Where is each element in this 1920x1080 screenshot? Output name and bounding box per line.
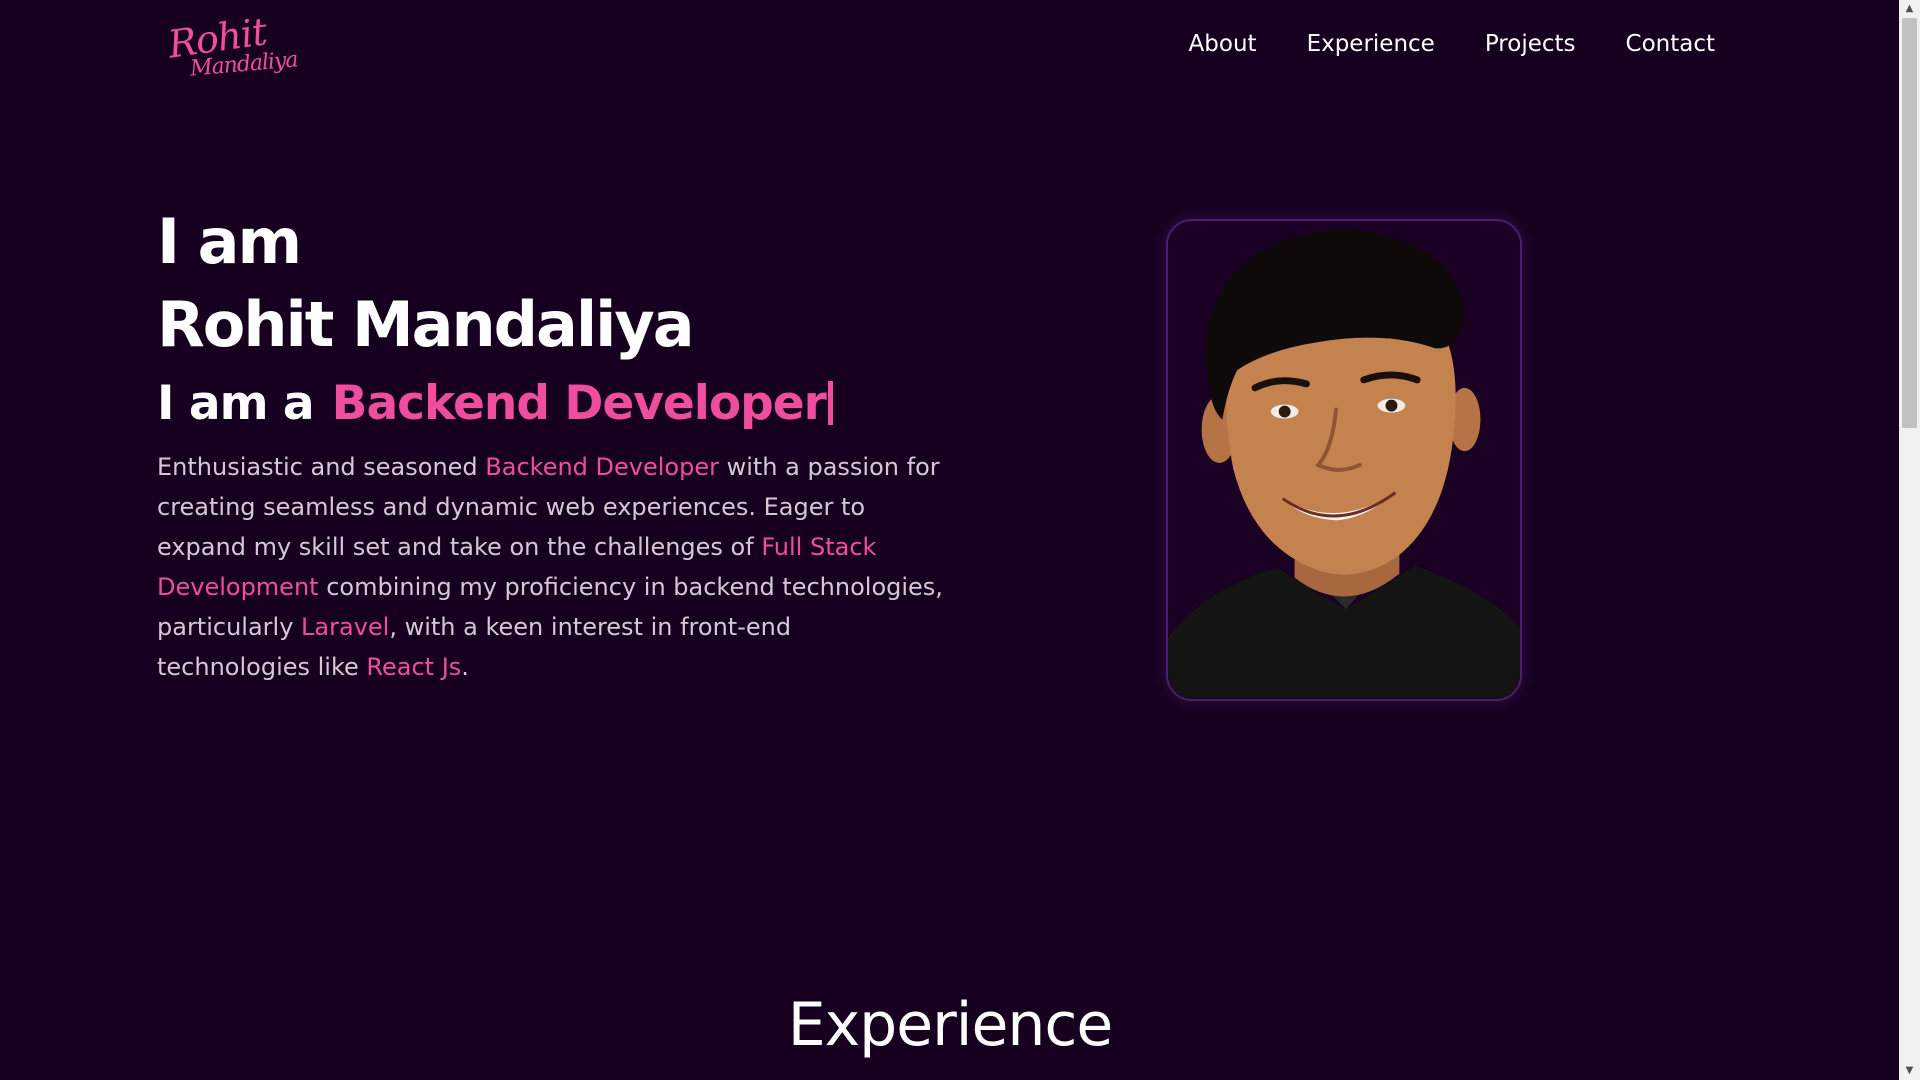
hero-role-prefix: I am a xyxy=(157,376,315,431)
bio-highlight: React Js xyxy=(366,653,462,681)
bio-text: Enthusiastic and seasoned xyxy=(157,453,486,481)
hero-name: Rohit Mandaliya xyxy=(157,288,695,361)
chevron-down-icon[interactable]: ▼ xyxy=(1899,1062,1920,1080)
bio-highlight: Backend Developer xyxy=(485,453,719,481)
bio-text: . xyxy=(461,653,469,681)
nav-link-about[interactable]: About xyxy=(1189,31,1257,57)
nav-link-contact[interactable]: Contact xyxy=(1626,31,1715,57)
hero-bio: Enthusiastic and seasoned Backend Develo… xyxy=(157,447,947,687)
main-nav: About Experience Projects Contact xyxy=(1189,31,1715,57)
typing-cursor xyxy=(827,381,833,425)
hero-role-title: Backend Developer xyxy=(331,376,827,431)
nav-link-experience[interactable]: Experience xyxy=(1307,31,1435,57)
profile-photo xyxy=(1166,219,1522,701)
site-logo[interactable]: Rohit Mandaliya xyxy=(165,8,306,86)
chevron-up-icon[interactable]: ▲ xyxy=(1899,0,1920,18)
bio-highlight: Laravel xyxy=(301,613,390,641)
page-scrollbar[interactable]: ▲ ▼ xyxy=(1899,0,1920,1080)
page: Rohit Mandaliya About Experience Project… xyxy=(0,0,1920,1080)
profile-photo-illustration xyxy=(1168,221,1520,699)
nav-link-projects[interactable]: Projects xyxy=(1485,31,1576,57)
section-title-experience: Experience xyxy=(787,990,1114,1060)
hero-role: I am a Backend Developer xyxy=(157,376,833,431)
hero-intro: I am xyxy=(157,205,302,278)
scrollbar-thumb[interactable] xyxy=(1902,18,1917,428)
